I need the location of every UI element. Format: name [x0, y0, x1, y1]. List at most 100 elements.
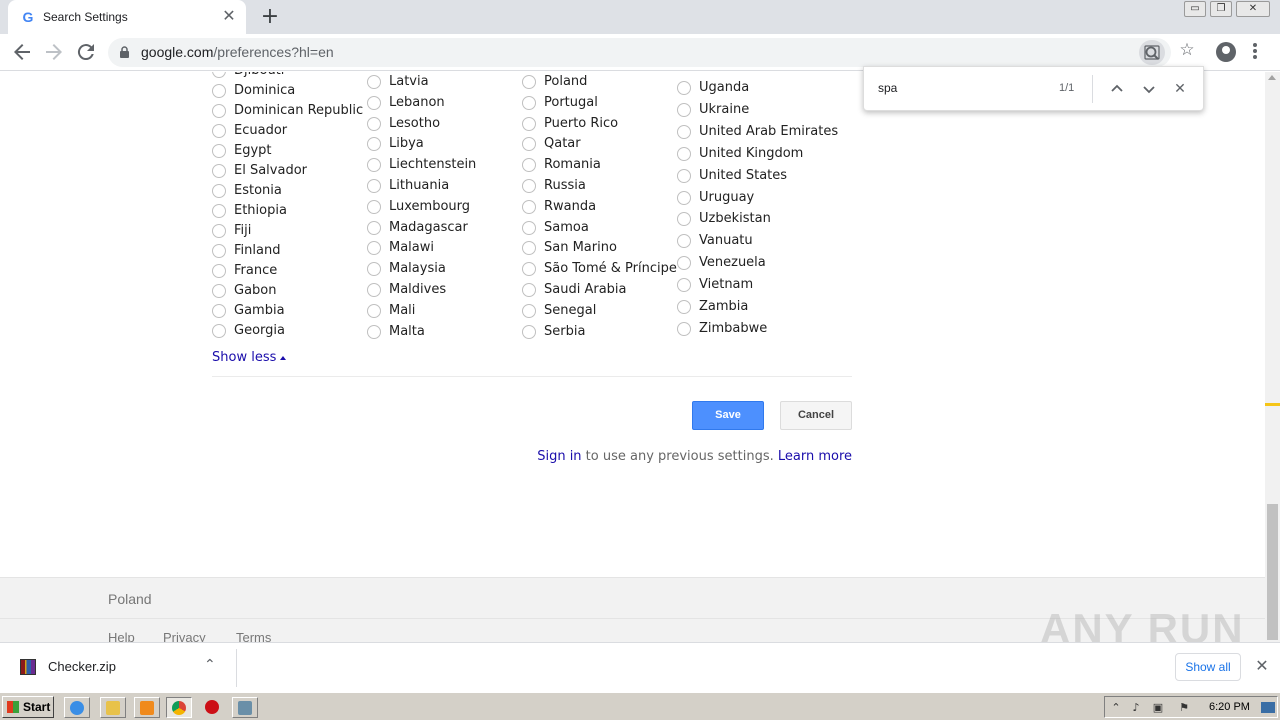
show-less-link[interactable]: Show less	[212, 350, 287, 365]
radio-button[interactable]	[677, 278, 691, 293]
address-bar[interactable]: google.com/preferences?hl=en	[108, 38, 1171, 67]
file-explorer-icon[interactable]	[100, 697, 126, 718]
radio-button[interactable]	[367, 199, 381, 214]
radio-button[interactable]	[522, 262, 536, 277]
radio-button[interactable]	[677, 256, 691, 271]
radio-button[interactable]	[677, 146, 691, 161]
radio-button[interactable]	[522, 283, 536, 297]
radio-button[interactable]	[212, 284, 226, 298]
minimize-button[interactable]: ▭	[1184, 1, 1206, 17]
find-previous-icon[interactable]	[1106, 78, 1128, 100]
radio-button[interactable]	[212, 224, 226, 238]
region-label: Malawi	[389, 240, 435, 256]
restore-button[interactable]: ❐	[1210, 1, 1232, 17]
internet-explorer-icon[interactable]	[64, 697, 90, 718]
show-all-button[interactable]: Show all	[1175, 653, 1241, 681]
page-scrollbar[interactable]	[1265, 72, 1280, 642]
radio-button[interactable]	[677, 234, 691, 249]
radio-button[interactable]	[367, 158, 381, 173]
radio-button[interactable]	[677, 212, 691, 227]
radio-button[interactable]	[367, 303, 381, 318]
scroll-up-icon[interactable]	[1268, 75, 1276, 80]
radio-button[interactable]	[367, 116, 381, 131]
radio-button[interactable]	[212, 164, 226, 178]
radio-button[interactable]	[522, 95, 536, 110]
tab-close-icon[interactable]: ✕	[220, 7, 238, 25]
radio-button[interactable]	[522, 137, 536, 152]
shelf-close-icon[interactable]: ✕	[1252, 656, 1272, 676]
radio-button[interactable]	[212, 204, 226, 218]
radio-button[interactable]	[212, 264, 226, 278]
radio-button[interactable]	[677, 81, 691, 95]
tray-expand-icon[interactable]: ⌃	[1109, 701, 1123, 714]
find-input[interactable]: spa	[878, 81, 897, 95]
radio-button[interactable]	[367, 137, 381, 152]
radio-button[interactable]	[522, 75, 536, 89]
find-next-icon[interactable]	[1138, 78, 1160, 100]
network-icon[interactable]: ▣	[1151, 701, 1165, 714]
show-desktop-icon[interactable]	[1261, 702, 1275, 713]
radio-button[interactable]	[212, 184, 226, 198]
radio-button[interactable]	[212, 72, 226, 78]
footer-link-privacy[interactable]: Privacy	[163, 630, 206, 642]
reload-icon[interactable]	[74, 40, 98, 64]
tab-search-settings[interactable]: G Search Settings ✕	[8, 0, 246, 34]
radio-button[interactable]	[367, 179, 381, 193]
radio-button[interactable]	[522, 116, 536, 131]
radio-button[interactable]	[212, 304, 226, 318]
radio-button[interactable]	[522, 158, 536, 173]
star-icon[interactable]: ☆	[1177, 40, 1197, 64]
radio-button[interactable]	[522, 220, 536, 235]
learn-more-link[interactable]: Learn more	[778, 449, 852, 464]
zoom-icon[interactable]	[1139, 40, 1165, 65]
footer-link-terms[interactable]: Terms	[236, 630, 271, 642]
scrollbar-thumb[interactable]	[1267, 504, 1278, 640]
radio-button[interactable]	[677, 124, 691, 139]
flag-icon[interactable]: ⚑	[1177, 701, 1191, 714]
save-button[interactable]: Save	[692, 401, 764, 430]
radio-button[interactable]	[522, 199, 536, 214]
chrome-taskbar-icon[interactable]	[166, 697, 192, 718]
menu-icon[interactable]	[1250, 41, 1260, 63]
radio-button[interactable]	[367, 95, 381, 110]
media-player-icon[interactable]	[134, 697, 160, 718]
region-label: Gambia	[234, 303, 285, 318]
forward-icon[interactable]	[42, 40, 66, 64]
start-button[interactable]: Start	[2, 696, 54, 718]
radio-button[interactable]	[677, 300, 691, 314]
radio-button[interactable]	[367, 75, 381, 89]
radio-button[interactable]	[677, 168, 691, 183]
radio-button[interactable]	[367, 241, 381, 256]
volume-icon[interactable]: ♪	[1129, 701, 1143, 714]
radio-button[interactable]	[522, 303, 536, 318]
opera-icon[interactable]	[200, 697, 226, 718]
radio-button[interactable]	[522, 179, 536, 193]
radio-button[interactable]	[522, 241, 536, 256]
radio-button[interactable]	[367, 262, 381, 277]
radio-button[interactable]	[212, 324, 226, 338]
find-close-icon[interactable]: ✕	[1169, 78, 1191, 100]
radio-button[interactable]	[367, 283, 381, 297]
radio-button[interactable]	[212, 124, 226, 138]
radio-button[interactable]	[522, 324, 536, 339]
radio-button[interactable]	[212, 104, 226, 118]
radio-button[interactable]	[677, 321, 691, 336]
region-label: Lithuania	[389, 178, 450, 193]
radio-button[interactable]	[367, 220, 381, 235]
cancel-button[interactable]: Cancel	[780, 401, 852, 430]
region-label: Luxembourg	[389, 198, 471, 214]
window-close-button[interactable]: ✕	[1236, 1, 1270, 17]
profile-icon[interactable]	[1216, 42, 1236, 62]
radio-button[interactable]	[212, 84, 226, 98]
sign-in-link[interactable]: Sign in	[537, 449, 581, 464]
radio-button[interactable]	[677, 190, 691, 205]
footer-link-help[interactable]: Help	[108, 630, 135, 642]
back-icon[interactable]	[10, 40, 34, 64]
new-tab-button[interactable]: +	[258, 5, 282, 29]
radio-button[interactable]	[677, 102, 691, 117]
window-app-icon[interactable]	[232, 697, 258, 718]
radio-button[interactable]	[212, 244, 226, 258]
radio-button[interactable]	[212, 144, 226, 158]
chevron-up-icon[interactable]: ⌃	[204, 657, 216, 673]
radio-button[interactable]	[367, 324, 381, 339]
